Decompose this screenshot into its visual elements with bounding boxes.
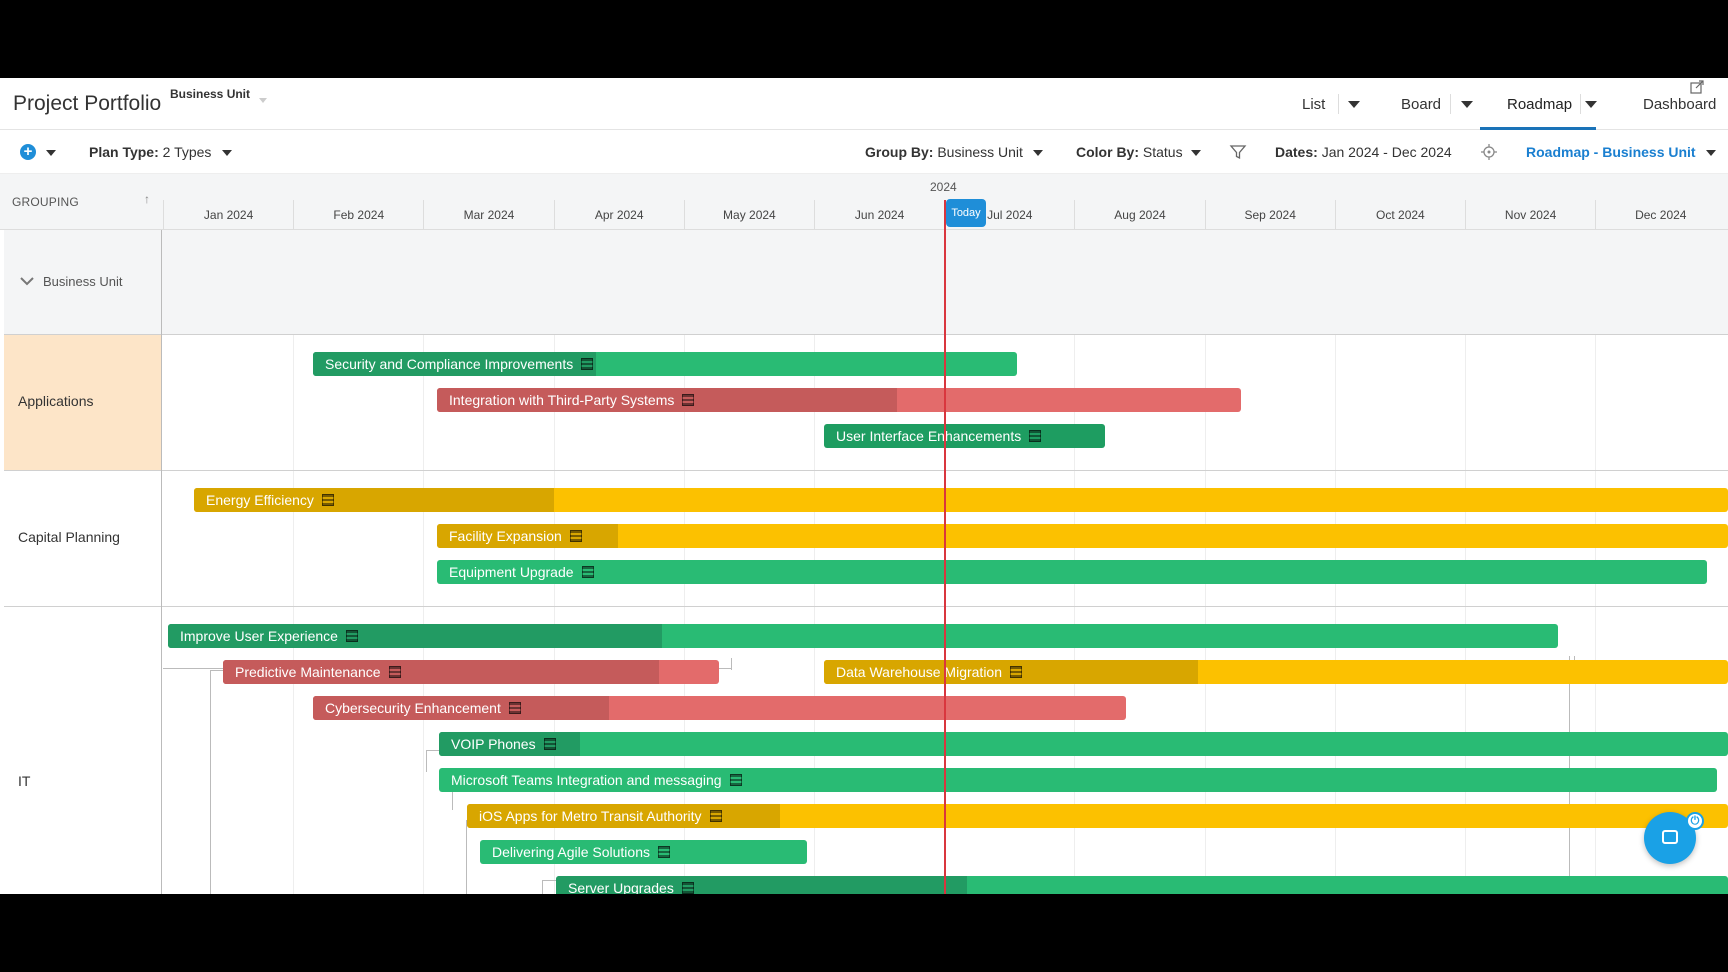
task-list-icon	[681, 882, 694, 894]
list-dropdown-icon[interactable]	[1348, 101, 1360, 108]
roadmap-bar[interactable]: Security and Compliance Improvements	[313, 352, 1017, 376]
roadmap-bar[interactable]: Facility Expansion	[437, 524, 1728, 548]
roadmap-bar[interactable]: iOS Apps for Metro Transit Authority	[467, 804, 1728, 828]
today-line	[944, 200, 946, 894]
roadmap-bar[interactable]: Energy Efficiency	[194, 488, 1728, 512]
tab-list[interactable]: List	[1302, 96, 1325, 113]
board-dropdown-icon[interactable]	[1461, 101, 1473, 108]
task-list-icon	[345, 630, 358, 642]
roadmap-bar[interactable]: VOIP Phones	[439, 732, 1728, 756]
task-list-icon	[682, 394, 695, 406]
task-list-icon	[729, 774, 742, 786]
grouping-column	[4, 230, 162, 894]
bot-icon	[1662, 830, 1678, 844]
dependency-line	[466, 820, 480, 894]
plus-icon[interactable]: +	[20, 144, 36, 160]
task-list-icon	[321, 494, 334, 506]
crosshair-icon[interactable]	[1480, 143, 1498, 161]
task-list-icon	[581, 358, 594, 370]
roadmap-bar[interactable]: Server Upgrades	[556, 876, 1728, 894]
chevron-down-icon[interactable]	[259, 98, 267, 103]
roadmap-bar[interactable]: Microsoft Teams Integration and messagin…	[439, 768, 1717, 792]
month-header: Oct 2024	[1334, 200, 1465, 230]
roadmap-bar[interactable]: Equipment Upgrade	[437, 560, 1707, 584]
color-by-selector[interactable]: Color By: Status	[1076, 144, 1183, 160]
task-list-icon	[388, 666, 401, 678]
plan-type-filter[interactable]: Plan Type: 2 Types	[89, 144, 211, 160]
tab-board[interactable]: Board	[1401, 96, 1441, 113]
roadmap-grid: Business Unit Applications Capital Plann…	[0, 230, 1728, 894]
toolbar: + Plan Type: 2 Types Group By: Business …	[0, 130, 1728, 174]
page-title: Project Portfolio	[13, 92, 162, 115]
plan-type-dropdown-icon[interactable]	[222, 150, 232, 156]
month-header: Dec 2024	[1595, 200, 1725, 230]
month-header: Sep 2024	[1204, 200, 1335, 230]
header: Project Portfolio Business Unit List Boa…	[0, 78, 1728, 130]
dependency-line	[426, 750, 440, 772]
filter-icon[interactable]	[1229, 143, 1247, 161]
today-badge[interactable]: Today	[946, 199, 986, 227]
color-by-dropdown-icon[interactable]	[1191, 150, 1201, 156]
roadmap-bar[interactable]: Improve User Experience	[168, 624, 1558, 648]
roadmap-bar[interactable]: Predictive Maintenance	[223, 660, 719, 684]
month-header: Nov 2024	[1465, 200, 1595, 230]
view-selector[interactable]: Roadmap - Business Unit	[1526, 144, 1696, 160]
timeline-header: GROUPING ↑ 2024 Jan 2024 Feb 2024 Mar 2024…	[0, 174, 1728, 230]
month-header: Aug 2024	[1074, 200, 1204, 230]
app-window: Project Portfolio Business Unit List Boa…	[0, 78, 1728, 894]
divider	[1338, 94, 1339, 114]
roadmap-bar[interactable]: Integration with Third-Party Systems	[437, 388, 1241, 412]
roadmap-bar[interactable]: Delivering Agile Solutions	[480, 840, 807, 864]
tab-roadmap[interactable]: Roadmap	[1507, 96, 1572, 113]
month-header: Feb 2024	[293, 200, 423, 230]
group-by-dropdown-icon[interactable]	[1033, 150, 1043, 156]
roadmap-bar[interactable]: Cybersecurity Enhancement	[313, 696, 1126, 720]
task-list-icon	[569, 530, 582, 542]
task-list-icon	[1010, 666, 1023, 678]
month-header: Jan 2024	[163, 200, 293, 230]
tab-dashboard[interactable]: Dashboard	[1643, 96, 1716, 113]
roadmap-bar[interactable]: User Interface Enhancements	[824, 424, 1105, 448]
business-unit-selector[interactable]: Business Unit	[170, 87, 250, 101]
roadmap-bar[interactable]: Data Warehouse Migration	[824, 660, 1728, 684]
task-list-icon	[1029, 430, 1042, 442]
month-header: Jun 2024	[814, 200, 944, 230]
month-header: Mar 2024	[423, 200, 553, 230]
roadmap-dropdown-icon[interactable]	[1585, 101, 1597, 108]
month-header: May 2024	[683, 200, 814, 230]
expand-icon[interactable]	[1690, 80, 1704, 94]
dependency-line	[210, 670, 224, 894]
date-range-selector[interactable]: Dates: Jan 2024 - Dec 2024	[1275, 144, 1452, 160]
task-list-icon	[709, 810, 722, 822]
dependency-line	[542, 880, 556, 894]
month-header: Apr 2024	[553, 200, 684, 230]
group-by-selector[interactable]: Group By: Business Unit	[865, 144, 1023, 160]
dependency-line	[731, 658, 732, 670]
group-header-row: Business Unit	[4, 230, 1728, 334]
add-dropdown-icon[interactable]	[46, 150, 56, 156]
task-list-icon	[543, 738, 556, 750]
view-dropdown-icon[interactable]	[1706, 150, 1716, 156]
task-list-icon	[508, 702, 521, 714]
power-icon[interactable]: ⏻	[1686, 812, 1704, 830]
task-list-icon	[581, 566, 594, 578]
divider	[1580, 94, 1581, 114]
task-list-icon	[657, 846, 670, 858]
divider	[1450, 94, 1451, 114]
